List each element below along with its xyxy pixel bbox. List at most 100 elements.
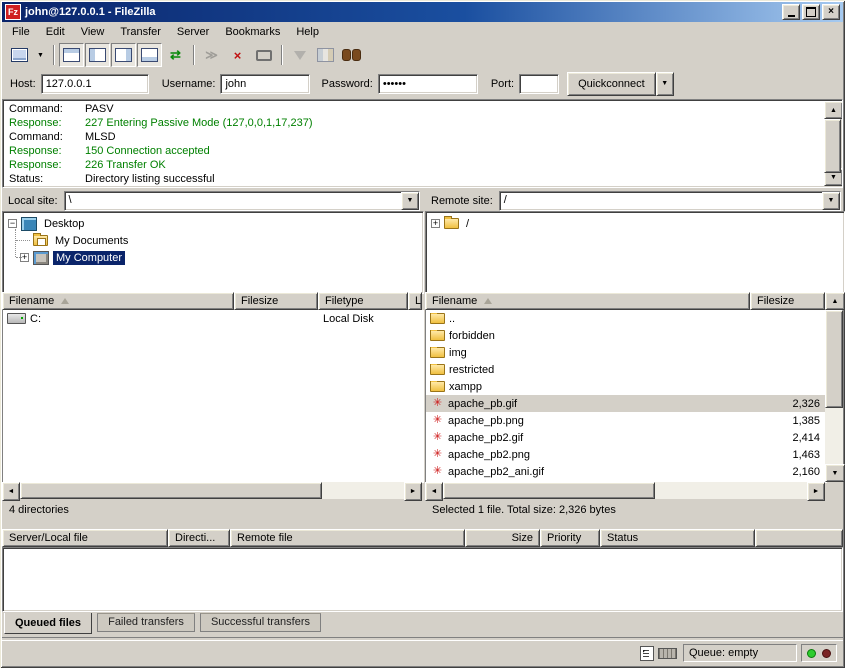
toolbar-separator bbox=[53, 45, 55, 65]
column-header-size[interactable]: Size bbox=[465, 529, 540, 547]
dropdown-arrow-icon: ▼ bbox=[828, 197, 835, 204]
remote-file-list[interactable]: .. forbidden img restricted xampp ✳apach… bbox=[425, 310, 827, 483]
column-header-remote-file[interactable]: Remote file bbox=[230, 529, 465, 547]
column-label: Remote file bbox=[237, 532, 293, 544]
remote-file-row[interactable]: ✳apache_pb2.gif 2,414 bbox=[426, 429, 826, 446]
toggle-local-tree-button[interactable] bbox=[85, 43, 110, 67]
refresh-icon: ⇄ bbox=[170, 47, 181, 63]
menu-bookmarks[interactable]: Bookmarks bbox=[217, 24, 288, 40]
column-label: Filesize bbox=[757, 295, 794, 307]
menu-help[interactable]: Help bbox=[288, 24, 327, 40]
remote-file-row[interactable]: img bbox=[426, 344, 826, 361]
title-bar[interactable]: Fz john@127.0.0.1 - FileZilla × bbox=[2, 2, 843, 22]
local-site-dropdown[interactable]: ▼ bbox=[401, 192, 419, 210]
menu-edit[interactable]: Edit bbox=[38, 24, 73, 40]
tree-item-my-documents[interactable]: My Documents bbox=[3, 232, 423, 249]
scrollbar-track[interactable] bbox=[20, 482, 404, 499]
quickconnect-dropdown[interactable]: ▼ bbox=[656, 72, 674, 96]
local-site-combobox[interactable]: \ ▼ bbox=[64, 191, 420, 211]
local-file-row[interactable]: C: Local Disk bbox=[3, 310, 423, 327]
remote-site-dropdown[interactable]: ▼ bbox=[822, 192, 840, 210]
remote-tree[interactable]: + / bbox=[425, 211, 845, 294]
filesize-text: 2,414 bbox=[792, 432, 820, 444]
remote-file-row[interactable]: ✳apache_pb2_ani.gif 2,160 bbox=[426, 463, 826, 480]
remote-file-row-selected[interactable]: ✳apache_pb.gif 2,326 bbox=[426, 395, 826, 412]
scroll-up-button[interactable]: ▲ bbox=[825, 292, 845, 310]
column-header-filesize[interactable]: Filesize bbox=[234, 292, 318, 310]
scrollbar-thumb[interactable] bbox=[825, 310, 843, 408]
remote-file-row[interactable]: restricted bbox=[426, 361, 826, 378]
filter-button[interactable] bbox=[287, 43, 312, 67]
scrollbar-thumb[interactable] bbox=[824, 119, 841, 173]
tree-item-root[interactable]: + / bbox=[426, 215, 844, 232]
remote-vertical-scrollbar[interactable]: ▲ ▼ bbox=[825, 292, 843, 482]
minimize-button[interactable] bbox=[782, 4, 800, 20]
column-header-filetype[interactable]: Filetype bbox=[318, 292, 408, 310]
toggle-log-button[interactable] bbox=[59, 43, 84, 67]
tab-queued-files[interactable]: Queued files bbox=[4, 613, 92, 634]
message-log[interactable]: Command:PASV Response:227 Entering Passi… bbox=[2, 99, 843, 188]
port-input[interactable] bbox=[519, 74, 559, 94]
maximize-button[interactable] bbox=[802, 4, 820, 20]
host-input[interactable] bbox=[41, 74, 149, 94]
local-file-list[interactable]: C: Local Disk bbox=[2, 310, 424, 483]
remote-file-row[interactable]: .. bbox=[426, 310, 826, 327]
remote-file-row[interactable]: ✳apache_pb.png 1,385 bbox=[426, 412, 826, 429]
queue-list[interactable] bbox=[2, 547, 843, 612]
menu-server[interactable]: Server bbox=[169, 24, 217, 40]
find-button[interactable] bbox=[339, 43, 364, 67]
scroll-down-button[interactable]: ▼ bbox=[825, 464, 845, 482]
column-header-status[interactable]: Status bbox=[600, 529, 755, 547]
cancel-button[interactable]: × bbox=[225, 43, 250, 67]
toggle-remote-tree-button[interactable] bbox=[111, 43, 136, 67]
process-queue-button[interactable]: ≫ bbox=[199, 43, 224, 67]
menu-transfer[interactable]: Transfer bbox=[112, 24, 169, 40]
username-input[interactable] bbox=[220, 74, 310, 94]
quickconnect-button[interactable]: Quickconnect bbox=[567, 72, 656, 96]
remote-site-combobox[interactable]: / ▼ bbox=[499, 191, 841, 211]
scroll-up-icon: ▲ bbox=[830, 107, 837, 114]
column-header-filesize[interactable]: Filesize bbox=[750, 292, 825, 310]
scrollbar-thumb[interactable] bbox=[443, 482, 655, 499]
remote-horizontal-scrollbar[interactable]: ◄ ► bbox=[425, 482, 825, 499]
site-manager-dropdown[interactable]: ▼ bbox=[33, 43, 48, 67]
tree-item-desktop[interactable]: − Desktop bbox=[3, 215, 423, 232]
scroll-up-button[interactable]: ▲ bbox=[824, 101, 843, 119]
tree-item-my-computer[interactable]: + My Computer bbox=[3, 249, 423, 266]
local-tree[interactable]: − Desktop My Documents + My Computer bbox=[2, 211, 424, 294]
toggle-queue-button[interactable] bbox=[137, 43, 162, 67]
scrollbar-track[interactable] bbox=[824, 119, 841, 168]
password-input[interactable] bbox=[378, 74, 478, 94]
tab-failed-transfers[interactable]: Failed transfers bbox=[97, 613, 195, 632]
tab-successful-transfers[interactable]: Successful transfers bbox=[200, 613, 321, 632]
column-header-direction[interactable]: Directi... bbox=[168, 529, 230, 547]
remote-file-row[interactable]: ✳apache_pb2.png 1,463 bbox=[426, 446, 826, 463]
site-manager-button[interactable] bbox=[7, 43, 32, 67]
remote-file-row[interactable]: forbidden bbox=[426, 327, 826, 344]
local-horizontal-scrollbar[interactable]: ◄ ► bbox=[2, 482, 422, 499]
tree-item-label: / bbox=[463, 217, 472, 231]
queue-tabs: Queued files Failed transfers Successful… bbox=[4, 613, 323, 635]
collapse-icon[interactable]: − bbox=[8, 219, 17, 228]
expand-icon[interactable]: + bbox=[431, 219, 440, 228]
refresh-button[interactable]: ⇄ bbox=[163, 43, 188, 67]
close-button[interactable]: × bbox=[822, 4, 840, 20]
transfer-type-icon[interactable] bbox=[640, 646, 654, 661]
menu-file[interactable]: File bbox=[4, 24, 38, 40]
column-header-filename[interactable]: Filename bbox=[425, 292, 750, 310]
scrollbar-track[interactable] bbox=[825, 310, 843, 464]
column-header-server-local-file[interactable]: Server/Local file bbox=[2, 529, 168, 547]
menu-view[interactable]: View bbox=[73, 24, 113, 40]
filename-text: apache_pb.png bbox=[448, 415, 524, 427]
scrollbar-thumb[interactable] bbox=[20, 482, 322, 499]
scrollbar-track[interactable] bbox=[443, 482, 807, 499]
keyboard-icon[interactable] bbox=[658, 648, 677, 659]
column-header-lastmodified[interactable]: L bbox=[408, 292, 422, 310]
disconnect-button[interactable] bbox=[251, 43, 276, 67]
filter-icon bbox=[294, 51, 306, 60]
compare-button[interactable] bbox=[313, 43, 338, 67]
column-header-priority[interactable]: Priority bbox=[540, 529, 600, 547]
column-header-filename[interactable]: Filename bbox=[2, 292, 234, 310]
remote-file-row[interactable]: xampp bbox=[426, 378, 826, 395]
log-vertical-scrollbar[interactable]: ▲ ▼ bbox=[824, 101, 841, 186]
